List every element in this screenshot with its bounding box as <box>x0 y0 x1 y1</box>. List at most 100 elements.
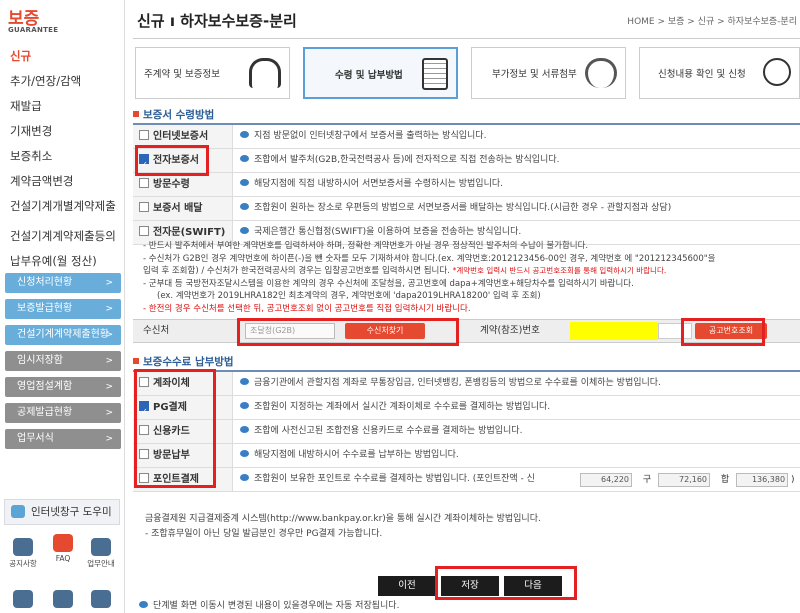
point-total-field: 136,380 <box>736 472 789 487</box>
status-button-machine[interactable]: 건설기계계약제출현황 > <box>5 325 121 345</box>
sidebar-item-machine-individual[interactable]: 건설기계개별계약제출 <box>0 194 124 219</box>
contract-number-input[interactable] <box>570 322 658 340</box>
checkbox[interactable] <box>139 425 149 435</box>
receipt-row-visit: 방문수령 해당지점에 직접 내방하시어 서면보증서를 수령하시는 방법입니다. <box>133 173 800 197</box>
user-icon[interactable] <box>8 590 38 610</box>
next-button[interactable]: 다음 <box>504 576 562 596</box>
document-icon[interactable] <box>86 590 116 610</box>
option-label: 방문납부 <box>153 450 190 461</box>
sidebar-item-reissue[interactable]: 재발급 <box>0 94 124 119</box>
step-contract-info[interactable]: 주계약 및 보증정보 <box>135 47 290 99</box>
status-button-label: 보증발급현황 <box>17 303 73 314</box>
point-old-field: 72,160 <box>658 472 711 487</box>
checkbox[interactable] <box>139 377 149 387</box>
payment-option-card[interactable]: 신용카드 <box>133 420 233 443</box>
option-description: 조합원이 원하는 장소로 우편등의 방법으로 서면보증서를 배달하는 방식입니다… <box>240 197 671 220</box>
sidebar-item-extend[interactable]: 추가/연장/감액 <box>0 69 124 94</box>
notice-link[interactable]: 공지사항 <box>8 538 38 569</box>
sidebar-menu: 신규 추가/연장/감액 재발급 기재변경 보증취소 계약금액변경 건설기계개별계… <box>0 44 124 274</box>
status-button-temp[interactable]: 임시저장함 > <box>5 351 121 371</box>
recipient-row: 수신처 조달청(G2B) 수신처찾기 계약(참조)번호 공고번호조회 <box>133 319 800 343</box>
payment-row-pg: PG결제 조합원이 지정하는 계좌에서 실시간 계좌이체로 수수료를 결제하는 방… <box>133 396 800 423</box>
step-receipt-payment[interactable]: 수령 및 납부방법 <box>303 47 458 99</box>
step-tabs: 주계약 및 보증정보 수령 및 납부방법 부가정보 및 서류첨부 신청내용 확인… <box>135 47 800 99</box>
notice-lookup-button[interactable]: 공고번호조회 <box>695 323 767 339</box>
people-icon[interactable] <box>48 590 78 610</box>
status-button-label: 영업점설계함 <box>17 381 73 392</box>
note-line: - 군부대 등 국방전자조달시스템을 이용한 계약의 경우 수신처에 조달청을,… <box>143 278 634 289</box>
megaphone-icon <box>13 538 33 556</box>
sidebar-item-change[interactable]: 기재변경 <box>0 119 124 144</box>
save-button[interactable]: 저장 <box>441 576 499 596</box>
point-total-label: 합 <box>720 475 730 485</box>
payment-option-transfer[interactable]: 계좌이체 <box>133 372 233 395</box>
sidebar-item-amount[interactable]: 계약금액변경 <box>0 169 124 194</box>
payment-row-transfer: 계좌이체 금융기관에서 관할지점 계좌로 무통장입금, 인터넷뱅킹, 폰뱅킹등의 … <box>133 372 800 396</box>
sidebar-item-new[interactable]: 신규 <box>0 44 124 69</box>
checkbox-checked[interactable] <box>139 153 149 176</box>
receipt-option-visit[interactable]: 방문수령 <box>133 173 233 196</box>
note-line: (ex. 계약번호가 2019LHRA182인 최초계약의 경우, 계약번호에 … <box>157 291 541 301</box>
chevron-right-icon: > <box>105 408 113 418</box>
option-label: 전자문(SWIFT) <box>153 227 226 238</box>
payment-option-pg[interactable]: PG결제 <box>133 396 233 423</box>
sidebar-status-buttons: 신청처리현황 > 보증발급현황 > 건설기계계약제출현황 > 임시저장함 > 영업점설계… <box>5 273 121 455</box>
helper-label: 인터넷창구 도우미 <box>31 506 112 518</box>
point-old-label: 구 <box>642 475 652 485</box>
option-description: 해당지점에 내방하시어 수수료를 납부하는 방법입니다. <box>240 444 459 467</box>
status-button-issued[interactable]: 보증발급현황 > <box>5 299 121 319</box>
contract-number-suffix-input[interactable] <box>658 323 692 339</box>
receipt-option-delivery[interactable]: 보증서 배달 <box>133 197 233 220</box>
receipt-method-table: 인터넷보증서 지점 방문없이 인터넷창구에서 보증서를 출력하는 방식입니다. 전… <box>133 123 800 245</box>
note-warning: - 한전의 경우 수신처를 선택한 뒤, 공고번호조회 없이 공고번호를 직접 … <box>143 303 471 314</box>
checkbox[interactable] <box>139 202 149 212</box>
sidebar-item-defer[interactable]: 납부유예(월 정산) <box>0 249 124 274</box>
option-label: 방문수령 <box>153 179 190 190</box>
status-button-design[interactable]: 영업점설계함 > <box>5 377 121 397</box>
receipt-option-electronic[interactable]: 전자보증서 <box>133 149 233 176</box>
payment-row-visit: 방문납부 해당지점에 내방하시어 수수료를 납부하는 방법입니다. <box>133 444 800 468</box>
checkbox[interactable] <box>139 130 149 140</box>
checkbox[interactable] <box>139 226 149 236</box>
chevron-right-icon: > <box>105 304 113 314</box>
status-button-label: 임시저장함 <box>17 355 63 366</box>
recipient-input[interactable]: 조달청(G2B) <box>245 323 335 339</box>
prev-button[interactable]: 이전 <box>378 576 436 596</box>
note-line: 금융결제원 지급결제중계 시스템(http://www.bankpay.or.k… <box>145 514 541 524</box>
status-button-processing[interactable]: 신청처리현황 > <box>5 273 121 293</box>
option-label: 전자보증서 <box>153 155 199 166</box>
breadcrumb: HOME > 보증 > 신규 > 하자보수보증-분리 <box>627 17 797 27</box>
option-description: 지점 방문없이 인터넷창구에서 보증서를 출력하는 방식입니다. <box>240 125 486 148</box>
receipt-section-title: 보증서 수령방법 <box>133 107 214 122</box>
find-recipient-button[interactable]: 수신처찾기 <box>345 323 425 339</box>
step-label: 신청내용 확인 및 신청 <box>658 69 746 80</box>
step-confirm-apply[interactable]: 신청내용 확인 및 신청 <box>639 47 800 99</box>
faq-label: FAQ <box>55 554 71 563</box>
payment-option-visit[interactable]: 방문납부 <box>133 444 233 467</box>
helper-button[interactable]: 인터넷창구 도우미 <box>4 499 120 525</box>
hand-icon <box>763 58 791 86</box>
status-button-deduction[interactable]: 공제발급현황 > <box>5 403 121 423</box>
option-description: 조합에서 발주처(G2B,한국전력공사 등)에 전자적으로 직접 전송하는 방식… <box>240 149 559 172</box>
guide-link[interactable]: 업무안내 <box>86 538 116 569</box>
payment-option-point[interactable]: 포인트결제 <box>133 468 233 491</box>
faq-link[interactable]: FAQ <box>48 534 78 563</box>
checkbox[interactable] <box>139 178 149 188</box>
receipt-option-internet[interactable]: 인터넷보증서 <box>133 125 233 148</box>
checkbox[interactable] <box>139 473 149 483</box>
sidebar-item-cancel[interactable]: 보증취소 <box>0 144 124 169</box>
checkbox[interactable] <box>139 449 149 459</box>
sidebar-item-machine-contract[interactable]: 건설기계계약제출등의 <box>0 224 124 249</box>
chevron-right-icon: > <box>105 382 113 392</box>
note-line: - 조합휴무일이 아닌 당일 발급분인 경우만 PG결제 가능합니다. <box>145 529 383 539</box>
status-button-forms[interactable]: 업무서식 > <box>5 429 121 449</box>
step-additional-info[interactable]: 부가정보 및 서류첨부 <box>471 47 626 99</box>
checkbox-checked[interactable] <box>139 400 149 423</box>
note-line: 입력 후 조회함) / 수신처가 한국전력공사의 경우는 입찰공고번호를 입력하… <box>143 266 450 276</box>
chevron-right-icon: > <box>105 278 113 288</box>
calculator-icon <box>422 58 448 90</box>
contract-notes: - 반드시 발주처에서 부여한 계약번호를 입력하셔야 하며, 정확한 계약번호… <box>143 240 793 315</box>
note-warning: *계약번호 입력시 반드시 공고번호조회를 통해 입력하시기 바랍니다. <box>452 266 667 275</box>
status-button-label: 신청처리현황 <box>17 277 73 288</box>
title-divider <box>133 38 800 39</box>
